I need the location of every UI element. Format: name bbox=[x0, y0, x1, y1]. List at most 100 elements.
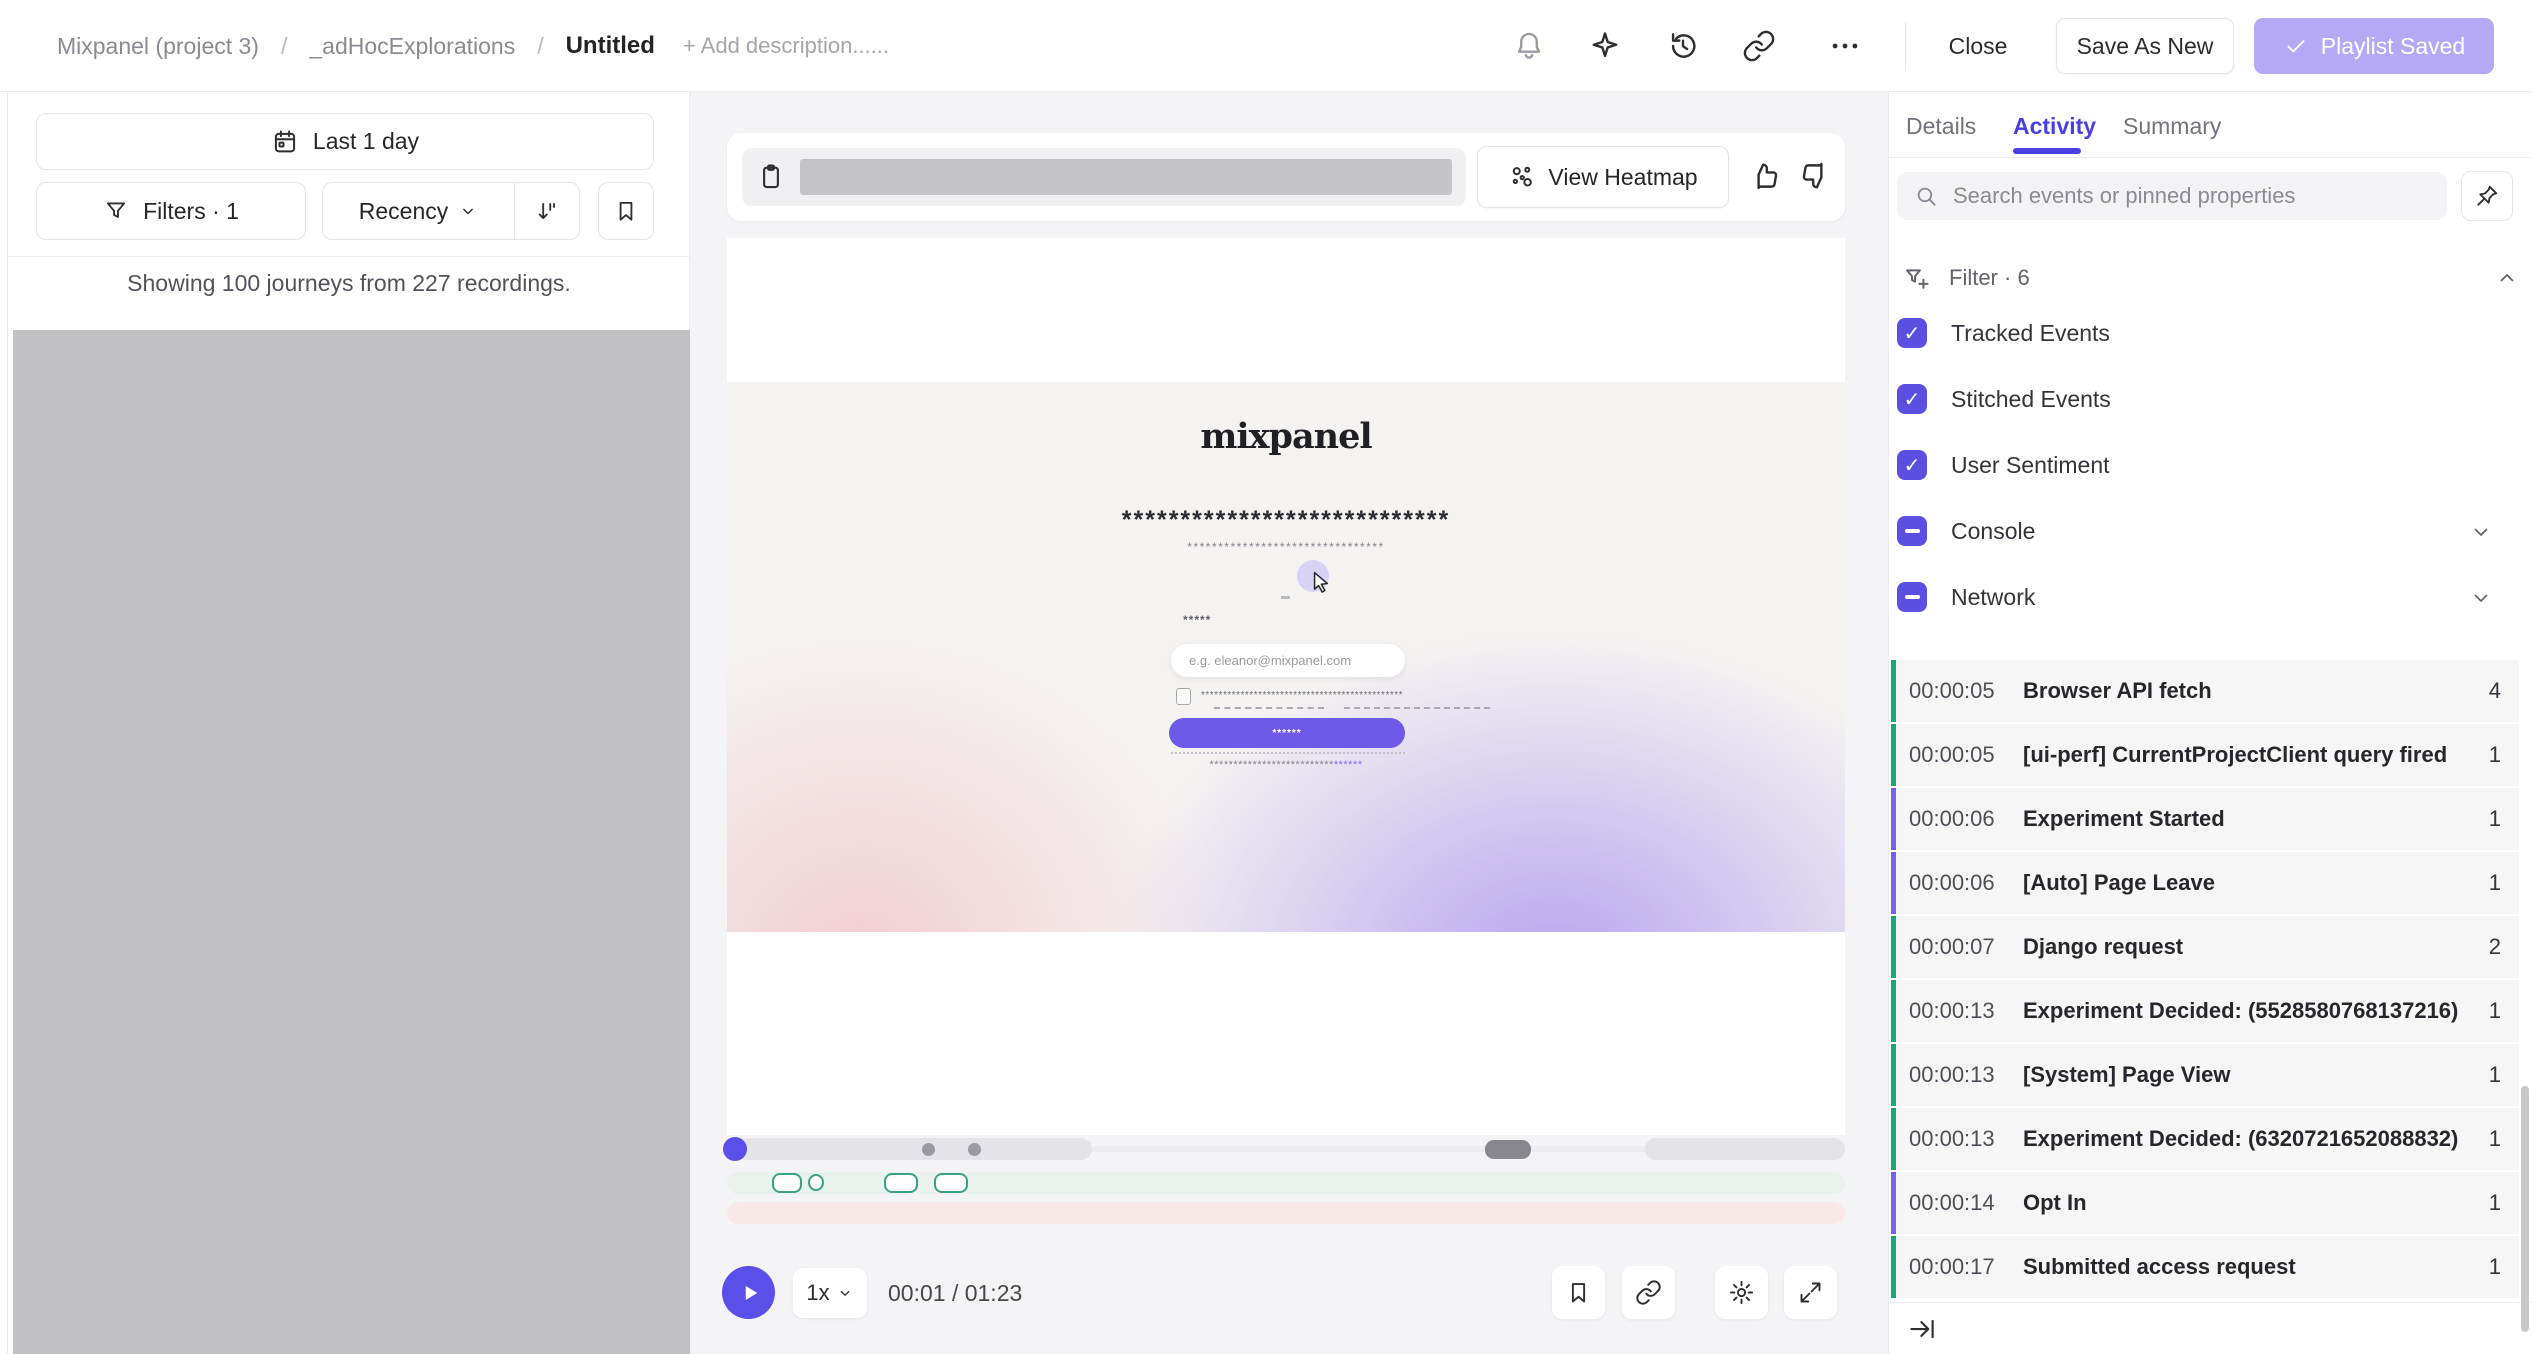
pinned-properties-button[interactable] bbox=[2461, 171, 2513, 221]
filter-row[interactable]: Console bbox=[1897, 516, 2519, 582]
filter-label: Console bbox=[1951, 516, 2035, 546]
sort-dropdown-label: Recency bbox=[359, 198, 448, 225]
tab-summary[interactable]: Summary bbox=[2123, 106, 2221, 146]
event-row[interactable]: 00:00:05 [ui-perf] CurrentProjectClient … bbox=[1891, 724, 2519, 786]
play-button[interactable] bbox=[722, 1266, 775, 1319]
redacted-heading: **************************** bbox=[727, 506, 1845, 535]
event-row[interactable]: 00:00:06 Experiment Started 1 bbox=[1891, 788, 2519, 850]
event-count: 2 bbox=[2489, 934, 2501, 960]
filter-row[interactable]: User Sentiment bbox=[1897, 450, 2519, 516]
event-time: 00:00:06 bbox=[1909, 870, 2017, 896]
date-range-label: Last 1 day bbox=[313, 128, 419, 155]
event-marker[interactable] bbox=[808, 1174, 824, 1191]
date-range-button[interactable]: Last 1 day bbox=[36, 113, 654, 170]
saved-views-button[interactable] bbox=[598, 182, 654, 240]
event-time: 00:00:13 bbox=[1909, 1126, 2017, 1152]
thumbs-up-icon[interactable] bbox=[1748, 159, 1782, 193]
fullscreen-button[interactable] bbox=[1784, 1266, 1837, 1319]
redacted-underline bbox=[1344, 707, 1490, 709]
sort-direction-button[interactable] bbox=[515, 198, 579, 224]
event-name: Opt In bbox=[2023, 1190, 2479, 1216]
event-row[interactable]: 00:00:05 Browser API fetch 4 bbox=[1891, 660, 2519, 722]
filter-label: Tracked Events bbox=[1951, 318, 2110, 348]
save-as-new-button[interactable]: Save As New bbox=[2056, 18, 2234, 74]
event-type-bar bbox=[1891, 1044, 1896, 1106]
playback-speed-button[interactable]: 1x bbox=[793, 1268, 867, 1318]
event-row[interactable]: 00:00:07 Django request 2 bbox=[1891, 916, 2519, 978]
event-row[interactable]: 00:00:17 Submitted access request 1 bbox=[1891, 1236, 2519, 1298]
timeline-event-dot[interactable] bbox=[968, 1143, 981, 1156]
breadcrumb-project[interactable]: Mixpanel (project 3) bbox=[57, 33, 259, 60]
event-marker[interactable] bbox=[934, 1173, 968, 1193]
event-name: [ui-perf] CurrentProjectClient query fir… bbox=[2023, 742, 2479, 768]
event-count: 1 bbox=[2489, 1126, 2501, 1152]
chevron-up-icon[interactable] bbox=[2495, 266, 2519, 290]
copy-link-icon[interactable] bbox=[1742, 29, 1776, 63]
timeline-event-dot[interactable] bbox=[922, 1143, 935, 1156]
filter-checkbox[interactable] bbox=[1897, 450, 1927, 480]
breadcrumb-separator: / bbox=[281, 33, 287, 60]
event-list-scrollbar[interactable] bbox=[2521, 1086, 2529, 1332]
playlist-saved-button[interactable]: Playlist Saved bbox=[2254, 18, 2494, 74]
filter-checkbox[interactable] bbox=[1897, 582, 1927, 612]
thumbs-down-icon[interactable] bbox=[1798, 159, 1832, 193]
replay-url-bar: View Heatmap bbox=[727, 133, 1845, 221]
share-link-button[interactable] bbox=[1622, 1266, 1675, 1319]
pin-icon bbox=[2474, 183, 2500, 209]
chevron-down-icon[interactable] bbox=[2469, 586, 2493, 610]
event-time: 00:00:06 bbox=[1909, 806, 2017, 832]
timeline-activity-segment[interactable] bbox=[737, 1138, 1092, 1160]
skip-to-end-icon[interactable] bbox=[1907, 1314, 1937, 1344]
recorded-cursor-icon bbox=[1307, 568, 1335, 596]
filter-row[interactable]: Network bbox=[1897, 582, 2519, 648]
event-time: 00:00:17 bbox=[1909, 1254, 2017, 1280]
filter-checkbox[interactable] bbox=[1897, 384, 1927, 414]
breadcrumb-board[interactable]: _adHocExplorations bbox=[309, 33, 515, 60]
tab-details[interactable]: Details bbox=[1906, 106, 1976, 146]
playlist-saved-label: Playlist Saved bbox=[2321, 33, 2465, 60]
tab-activity[interactable]: Activity bbox=[2013, 106, 2096, 146]
event-marker[interactable] bbox=[884, 1173, 918, 1193]
calendar-icon bbox=[271, 128, 299, 156]
filter-checkbox[interactable] bbox=[1897, 318, 1927, 348]
event-row[interactable]: 00:00:14 Opt In 1 bbox=[1891, 1172, 2519, 1234]
event-row[interactable]: 00:00:13 [System] Page View 1 bbox=[1891, 1044, 2519, 1106]
replay-stage: mixpanel **************************** **… bbox=[727, 238, 1845, 1135]
add-description-button[interactable]: + Add description...... bbox=[683, 33, 889, 59]
more-options-icon[interactable] bbox=[1828, 29, 1862, 63]
search-input[interactable] bbox=[1953, 183, 2431, 209]
playback-speed-label: 1x bbox=[806, 1280, 829, 1306]
redacted-link-text: ******************************** bbox=[727, 759, 1845, 771]
event-marker[interactable] bbox=[772, 1173, 802, 1193]
clipboard-icon[interactable] bbox=[756, 162, 786, 192]
history-icon[interactable] bbox=[1666, 29, 1700, 63]
sparkle-ai-icon[interactable] bbox=[1588, 29, 1622, 63]
event-type-bar bbox=[1891, 1236, 1896, 1298]
chevron-down-icon[interactable] bbox=[2469, 520, 2493, 544]
event-row[interactable]: 00:00:06 [Auto] Page Leave 1 bbox=[1891, 852, 2519, 914]
filters-button[interactable]: Filters · 1 bbox=[36, 182, 306, 240]
view-heatmap-button[interactable]: View Heatmap bbox=[1477, 146, 1729, 208]
event-row[interactable]: 00:00:13 Experiment Decided: (5528580768… bbox=[1891, 980, 2519, 1042]
event-row[interactable]: 00:00:13 Experiment Decided: (6320721652… bbox=[1891, 1108, 2519, 1170]
sort-direction-icon bbox=[534, 198, 560, 224]
event-count: 1 bbox=[2489, 998, 2501, 1024]
timeline-activity-segment[interactable] bbox=[1645, 1138, 1845, 1160]
filter-row[interactable]: Tracked Events bbox=[1897, 318, 2519, 384]
event-list: 00:00:05 Browser API fetch 4 00:00:05 [u… bbox=[1891, 660, 2519, 1300]
filter-row[interactable]: Stitched Events bbox=[1897, 384, 2519, 450]
activity-panel-footer bbox=[1889, 1302, 2532, 1354]
timeline-errors-lane[interactable] bbox=[727, 1202, 1845, 1224]
sort-dropdown[interactable]: Recency bbox=[323, 198, 514, 225]
event-type-bar bbox=[1891, 980, 1896, 1042]
player-settings-button[interactable] bbox=[1715, 1266, 1768, 1319]
timeline-playhead[interactable] bbox=[723, 1137, 747, 1161]
notifications-bell-icon[interactable] bbox=[1512, 29, 1546, 63]
bookmark-moment-button[interactable] bbox=[1552, 1266, 1605, 1319]
report-title[interactable]: Untitled bbox=[566, 32, 655, 60]
timeline-event-cluster[interactable] bbox=[1485, 1140, 1531, 1159]
event-filter-header[interactable]: Filter · 6 bbox=[1903, 258, 2519, 298]
funnel-plus-icon bbox=[1903, 264, 1931, 292]
filter-checkbox[interactable] bbox=[1897, 516, 1927, 546]
close-button[interactable]: Close bbox=[1930, 18, 2026, 74]
